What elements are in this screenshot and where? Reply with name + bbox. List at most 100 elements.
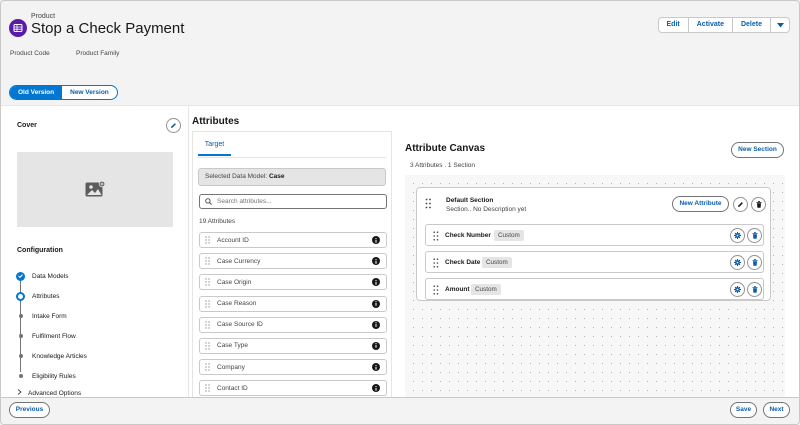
attribute-picker: Target Selected Data Model: Case Search … — [192, 131, 392, 398]
field-name: Amount — [445, 286, 470, 293]
default-section: Default Section Section.. No Description… — [416, 187, 771, 301]
page-title: Stop a Check Payment — [31, 20, 185, 37]
selected-data-model: Selected Data Model: Case — [198, 168, 386, 186]
record-type-label: Product — [31, 13, 56, 20]
field-delete-button[interactable] — [747, 282, 762, 297]
attribute-name: Company — [217, 363, 245, 371]
product-code-label: Product Code — [10, 50, 50, 57]
tab-target[interactable]: Target — [198, 141, 231, 156]
drag-handle-icon[interactable] — [433, 258, 439, 268]
list-item[interactable]: Case Origin — [199, 274, 387, 291]
info-icon[interactable] — [372, 299, 380, 308]
step-label: Attributes — [32, 292, 60, 300]
list-item[interactable]: Company — [199, 359, 387, 376]
pencil-icon — [738, 202, 743, 207]
search-input[interactable]: Search attributes... — [199, 194, 387, 209]
step-data-models[interactable]: Data Models — [15, 266, 185, 286]
list-item[interactable]: Case Reason — [199, 295, 387, 312]
pencil-icon — [171, 123, 176, 128]
configuration-label: Configuration — [17, 247, 63, 254]
step-fulfilment-flow[interactable]: Fulfilment Flow — [15, 326, 185, 346]
drag-handle-icon — [205, 299, 210, 308]
drag-handle-icon — [205, 236, 210, 244]
list-item[interactable]: Contact ID — [199, 380, 387, 397]
next-button[interactable]: Next — [763, 402, 790, 418]
info-icon[interactable] — [372, 278, 380, 287]
drag-handle-icon — [205, 257, 210, 265]
edit-cover-button[interactable] — [166, 118, 181, 133]
step-label: Fulfilment Flow — [32, 332, 76, 340]
field-settings-button[interactable] — [730, 228, 745, 243]
drag-handle-icon — [205, 342, 210, 350]
pending-step-icon — [18, 334, 23, 338]
custom-badge: Custom — [494, 230, 524, 241]
previous-button[interactable]: Previous — [9, 402, 50, 418]
attribute-name: Case Source ID — [217, 321, 263, 329]
edit-button[interactable]: Edit — [659, 18, 689, 32]
list-item[interactable]: Case Source ID — [199, 316, 387, 333]
step-intake-form[interactable]: Intake Form — [15, 306, 185, 326]
activate-button[interactable]: Activate — [689, 18, 733, 32]
pending-step-icon — [18, 354, 23, 358]
list-item[interactable]: Case Type — [199, 337, 387, 354]
model-name: Case — [268, 173, 285, 180]
new-section-button[interactable]: New Section — [731, 142, 784, 158]
drag-handle-icon[interactable] — [425, 198, 432, 209]
old-version-button[interactable]: Old Version — [10, 86, 63, 99]
cover-label: Cover — [17, 122, 37, 129]
main-panel: Cover Configuration Data Models Attribut… — [1, 105, 799, 398]
step-eligibility-rules[interactable]: Eligibility Rules — [15, 366, 185, 386]
canvas-field-check-date[interactable]: Check Date Custom — [425, 251, 764, 273]
trash-icon — [752, 286, 757, 293]
attribute-name: Case Currency — [217, 257, 261, 265]
attribute-name: Account ID — [217, 236, 249, 244]
more-actions-button[interactable] — [771, 18, 789, 32]
product-builder-window: Product Stop a Check Payment Edit Activa… — [0, 0, 800, 425]
custom-badge: Custom — [482, 257, 512, 268]
info-icon[interactable] — [372, 320, 380, 329]
advanced-options-toggle[interactable]: Advanced Options — [17, 389, 81, 397]
list-item[interactable]: Account ID — [199, 232, 387, 248]
step-label: Data Models — [32, 272, 69, 280]
header-actions: Edit Activate Delete — [657, 17, 790, 33]
pending-step-icon — [18, 314, 23, 318]
drag-handle-icon — [205, 363, 210, 371]
edit-section-button[interactable] — [733, 197, 748, 212]
drag-handle-icon[interactable] — [433, 231, 439, 241]
model-prefix: Selected Data Model: — [205, 173, 268, 180]
attribute-count: 19 Attributes — [199, 218, 236, 225]
delete-button[interactable]: Delete — [733, 18, 771, 32]
info-icon[interactable] — [372, 341, 380, 350]
footer-bar: Previous Save Next — [1, 397, 799, 424]
canvas-field-amount[interactable]: Amount Custom — [425, 278, 764, 300]
canvas-title: Attribute Canvas — [405, 143, 486, 154]
info-icon[interactable] — [372, 384, 380, 393]
step-knowledge-articles[interactable]: Knowledge Articles — [15, 346, 185, 366]
drag-handle-icon — [205, 321, 210, 329]
step-attributes[interactable]: Attributes — [15, 286, 185, 306]
canvas-field-check-number[interactable]: Check Number Custom — [425, 224, 764, 246]
drag-handle-icon[interactable] — [433, 285, 439, 295]
field-settings-button[interactable] — [730, 255, 745, 270]
chevron-right-icon — [17, 389, 22, 395]
new-attribute-button[interactable]: New Attribute — [672, 196, 729, 212]
delete-section-button[interactable] — [751, 197, 766, 212]
step-label: Intake Form — [32, 312, 67, 320]
info-icon[interactable] — [372, 236, 380, 244]
field-delete-button[interactable] — [747, 255, 762, 270]
section-name: Default Section — [446, 197, 494, 204]
field-delete-button[interactable] — [747, 228, 762, 243]
attribute-list: Account ID Case Currency Case Origin Cas… — [199, 232, 387, 402]
field-settings-button[interactable] — [730, 282, 745, 297]
cover-image-placeholder[interactable] — [17, 152, 173, 227]
attribute-canvas: Default Section Section.. No Description… — [405, 175, 785, 398]
image-icon — [85, 181, 105, 197]
list-item[interactable]: Case Currency — [199, 253, 387, 270]
attributes-heading: Attributes — [192, 116, 240, 127]
info-icon[interactable] — [372, 257, 380, 266]
save-button[interactable]: Save — [730, 402, 757, 418]
pending-step-icon — [18, 374, 23, 378]
drag-handle-icon — [205, 278, 210, 287]
info-icon[interactable] — [372, 363, 380, 372]
new-version-button[interactable]: New Version — [62, 86, 117, 99]
